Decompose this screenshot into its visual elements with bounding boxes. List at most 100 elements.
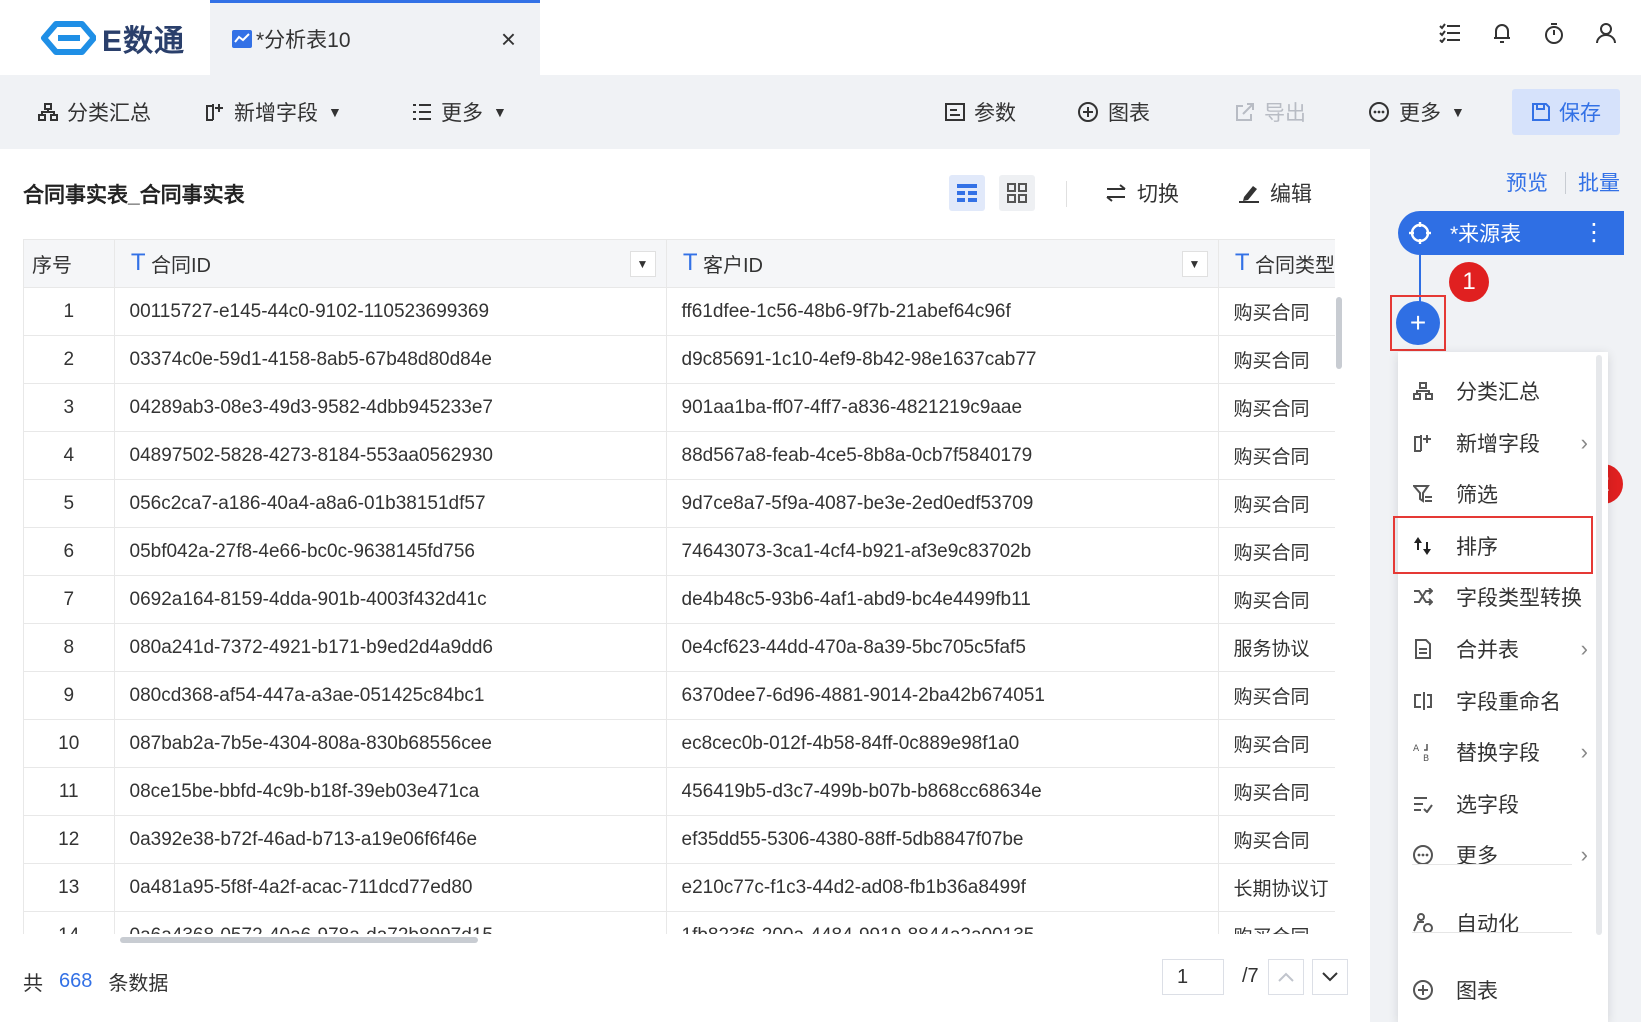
menu-item-label: 字段重命名 <box>1456 691 1561 714</box>
table-row[interactable]: 9 080cd368-af54-447a-a3ae-051425c84bc1 637… <box>24 671 1335 720</box>
add-field-button[interactable]: 新增字段 ▼ <box>205 75 342 149</box>
contract-type-cell: 购买合同 <box>1218 719 1335 768</box>
menu-item-automation[interactable]: 自动化 <box>1398 898 1588 948</box>
table-row[interactable]: 140a6a4368-0572-40a6-978a-da72b8997d151f… <box>24 911 1335 934</box>
contract-id-cell: 04289ab3-08e3-49d3-9582-4dbb945233e7 <box>114 383 667 432</box>
row-index: 5 <box>24 479 115 528</box>
caret-down-icon: ▼ <box>493 104 507 120</box>
close-icon[interactable]: × <box>501 24 516 55</box>
chevron-right-icon: › <box>1580 739 1588 764</box>
menu-item-filter[interactable]: 筛选 <box>1398 469 1588 519</box>
contract-id-cell: 080cd368-af54-447a-a3ae-051425c84bc1 <box>114 671 667 720</box>
table-row[interactable]: 3 04289ab3-08e3-49d3-9582-4dbb945233e7 901… <box>24 383 1335 432</box>
row-index: 4 <box>24 431 115 480</box>
prev-page-button[interactable] <box>1268 959 1304 995</box>
row-index: 10 <box>24 719 115 768</box>
contract-id-cell: 08ce15be-bbfd-4c9b-b18f-39eb03e471ca <box>114 767 667 816</box>
contract-id-cell: 0a6a4368-0572-40a6-978a-da72b8997d15 <box>114 911 667 934</box>
contract-id-cell: 056c2ca7-a186-40a4-a8a6-01b38151df57 <box>114 479 667 528</box>
menu-item-label: 字段类型转换 <box>1456 587 1582 610</box>
save-button[interactable]: 保存 <box>1512 89 1620 135</box>
table-row[interactable]: 12 0a392e38-b72f-46ad-b713-a19e06f6f46e ef… <box>24 815 1335 864</box>
table-row[interactable]: 5 056c2ca7-a186-40a4-a8a6-01b38151df57 9d7… <box>24 479 1335 528</box>
menu-item-shuffle[interactable]: 字段类型转换 <box>1398 572 1588 622</box>
row-index: 2 <box>24 335 115 384</box>
column-header-contract-type[interactable]: T 合同类型 <box>1218 239 1335 288</box>
column-label: 客户ID <box>702 255 763 277</box>
table-row[interactable]: 2 03374c0e-59d1-4158-8ab5-67b48d80d84e d9c… <box>24 335 1335 384</box>
contract-type-cell: 购买合同 <box>1218 671 1335 720</box>
export-button[interactable]: 导出 <box>1235 75 1306 149</box>
table-row[interactable]: 7 0692a164-8159-4dda-901b-4003f432d41c de4… <box>24 575 1335 624</box>
row-index: 3 <box>24 383 115 432</box>
more-left-button[interactable]: 更多 ▼ <box>412 75 507 149</box>
column-menu-icon[interactable]: ▼ <box>629 250 656 277</box>
source-table-node[interactable]: *来源表 ⋮ <box>1398 211 1624 255</box>
batch-link[interactable]: 批量 <box>1578 167 1620 197</box>
contract-type-cell: 购买合同 <box>1218 527 1335 576</box>
kebab-menu-icon[interactable]: ⋮ <box>1582 221 1606 245</box>
next-page-button[interactable] <box>1312 959 1348 995</box>
add-field-label: 新增字段 <box>234 102 318 125</box>
app-logo[interactable]: E数通 <box>38 18 185 58</box>
group-summary-label: 分类汇总 <box>67 102 151 125</box>
text-type-icon: T <box>683 251 697 276</box>
menu-item-select-field[interactable]: 选字段 <box>1398 779 1588 829</box>
tab-analysis[interactable]: *分析表10 × <box>210 0 540 75</box>
menu-item-merge-table[interactable]: 合并表 › <box>1398 624 1588 674</box>
page-title: 合同事实表_合同事实表 <box>23 184 245 207</box>
edit-button[interactable]: 编辑 <box>1238 175 1312 211</box>
menu-item-more[interactable]: 更多 › <box>1398 830 1588 880</box>
chart-button[interactable]: 图表 <box>1077 75 1150 149</box>
more-right-button[interactable]: 更多 ▼ <box>1368 75 1465 149</box>
save-label: 保存 <box>1559 102 1601 125</box>
user-icon[interactable] <box>1593 20 1619 46</box>
horizontal-scrollbar[interactable] <box>120 937 478 943</box>
table-row[interactable]: 11 08ce15be-bbfd-4c9b-b18f-39eb03e471ca 45… <box>24 767 1335 816</box>
table-row[interactable]: 8 080a241d-7372-4921-b171-b9ed2d4a9dd6 0e4… <box>24 623 1335 672</box>
list-icon[interactable] <box>1437 20 1463 46</box>
grid-view-button[interactable] <box>999 175 1035 211</box>
table-row[interactable]: 6 05bf042a-27f8-4e66-bc0c-9638145fd756 746… <box>24 527 1335 576</box>
menu-item-rename[interactable]: 字段重命名 <box>1398 676 1588 726</box>
page-number-input[interactable]: 1 <box>1162 959 1224 995</box>
table-row[interactable]: 4 04897502-5828-4273-8184-553aa0562930 88d… <box>24 431 1335 480</box>
switch-button[interactable]: 切换 <box>1105 175 1179 211</box>
vertical-scrollbar[interactable] <box>1336 297 1342 369</box>
contract-id-cell: 087bab2a-7b5e-4304-808a-830b68556cee <box>114 719 667 768</box>
menu-item-replace[interactable]: A B 替换字段 › <box>1398 727 1588 777</box>
table-row[interactable]: 1 00115727-e145-44c0-9102-110523699369 ff6… <box>24 287 1335 336</box>
logo-icon <box>41 21 96 55</box>
preview-link[interactable]: 预览 <box>1506 167 1548 197</box>
customer-id-cell: ec8cec0b-012f-4b58-84ff-0c889e98f1a0 <box>666 719 1219 768</box>
add-field-icon <box>1410 430 1436 456</box>
table-row[interactable]: 10 087bab2a-7b5e-4304-808a-830b68556cee ec… <box>24 719 1335 768</box>
customer-id-cell: 0e4cf623-44dd-470a-8a39-5bc705c5faf5 <box>666 623 1219 672</box>
customer-id-cell: de4b48c5-93b6-4af1-abd9-bc4e4499fb11 <box>666 575 1219 624</box>
step-badge-1: 1 <box>1449 262 1489 302</box>
contract-type-cell: 购买合同 <box>1218 335 1335 384</box>
menu-scrollbar[interactable] <box>1596 355 1602 935</box>
column-menu-icon[interactable]: ▼ <box>1181 250 1208 277</box>
row-index: 7 <box>24 575 115 624</box>
menu-item-group-summary[interactable]: 分类汇总 <box>1398 366 1588 416</box>
params-button[interactable]: 参数 <box>945 75 1016 149</box>
timer-icon[interactable] <box>1541 20 1567 46</box>
bell-icon[interactable] <box>1489 20 1515 46</box>
column-header-contract-id[interactable]: T 合同ID ▼ <box>114 239 667 288</box>
table-view-button[interactable] <box>949 175 985 211</box>
rename-icon <box>1410 688 1436 714</box>
menu-item-add-field[interactable]: 新增字段 › <box>1398 418 1588 468</box>
contract-id-cell: 0692a164-8159-4dda-901b-4003f432d41c <box>114 575 667 624</box>
menu-item-chart-add[interactable]: 图表 <box>1398 965 1588 1015</box>
contract-type-cell: 购买合同 <box>1218 383 1335 432</box>
contract-type-cell: 服务协议 <box>1218 623 1335 672</box>
table-row[interactable]: 13 0a481a95-5f8f-4a2f-acac-711dcd77ed80 e2… <box>24 863 1335 912</box>
column-label: 合同ID <box>150 255 211 277</box>
divider <box>1565 172 1566 194</box>
menu-item-label: 更多 <box>1456 845 1498 868</box>
column-header-customer-id[interactable]: T 客户ID ▼ <box>666 239 1219 288</box>
group-summary-button[interactable]: 分类汇总 <box>38 75 151 149</box>
swap-icon <box>1106 184 1126 202</box>
add-step-button[interactable]: + <box>1396 301 1440 345</box>
